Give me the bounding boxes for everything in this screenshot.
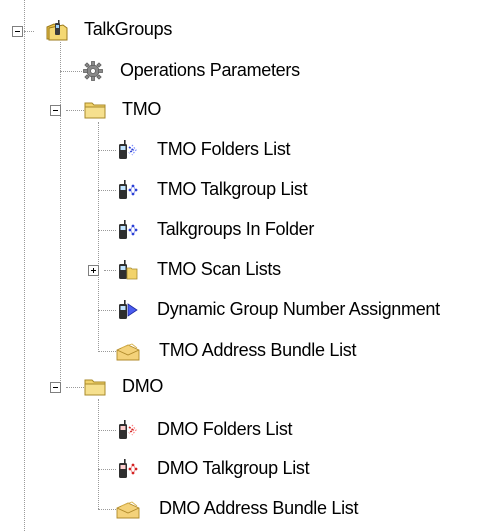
talkgroups-tree: TalkGroups Operations Parameters TMO TMO… [0, 0, 498, 531]
tree-line [98, 122, 99, 352]
address-bundle-icon [116, 498, 140, 520]
radio-scan-icon [116, 259, 138, 281]
tree-line [98, 509, 116, 510]
node-label: DMO Talkgroup List [157, 458, 310, 478]
node-label: TalkGroups [84, 19, 173, 39]
node-label: TMO Address Bundle List [159, 340, 357, 360]
tree-line [24, 0, 25, 531]
expand-toggle[interactable] [88, 265, 99, 276]
tree-line [60, 42, 61, 387]
node-label: Operations Parameters [120, 60, 300, 80]
tree-line [98, 351, 116, 352]
tree-line [66, 110, 84, 111]
gear-icon [82, 60, 104, 82]
node-label: TMO Scan Lists [157, 259, 281, 279]
tree-line [98, 230, 116, 231]
node-label: DMO Folders List [157, 419, 293, 439]
node-label: TMO Folders List [157, 139, 291, 159]
tree-line [98, 430, 116, 431]
folder-icon [84, 376, 106, 398]
node-label: TMO Talkgroup List [157, 179, 308, 199]
node-label: TMO [122, 99, 162, 119]
node-label: Talkgroups In Folder [157, 219, 315, 239]
node-label: DMO Address Bundle List [159, 498, 359, 518]
collapse-toggle[interactable] [50, 105, 61, 116]
address-bundle-icon [116, 340, 140, 362]
collapse-toggle[interactable] [50, 382, 61, 393]
radio-talkgroup-icon [116, 219, 138, 241]
node-label: Dynamic Group Number Assignment [157, 299, 440, 319]
radio-talkgroup-icon [116, 179, 138, 201]
radio-folders-icon [116, 139, 138, 161]
tree-line [24, 31, 34, 32]
tree-line [98, 469, 116, 470]
tree-line [98, 190, 116, 191]
talkgroups-folder-icon [46, 20, 68, 42]
tree-line [98, 150, 116, 151]
tree-line [66, 387, 84, 388]
tree-line [98, 399, 99, 509]
tree-line [104, 270, 116, 271]
radio-dynamic-icon [116, 299, 138, 321]
tree-line [60, 71, 82, 72]
collapse-toggle[interactable] [12, 26, 23, 37]
folder-icon [84, 99, 106, 121]
radio-talkgroup-red-icon [116, 458, 138, 480]
node-label: DMO [122, 376, 164, 396]
radio-folders-red-icon [116, 419, 138, 441]
tree-line [98, 310, 116, 311]
